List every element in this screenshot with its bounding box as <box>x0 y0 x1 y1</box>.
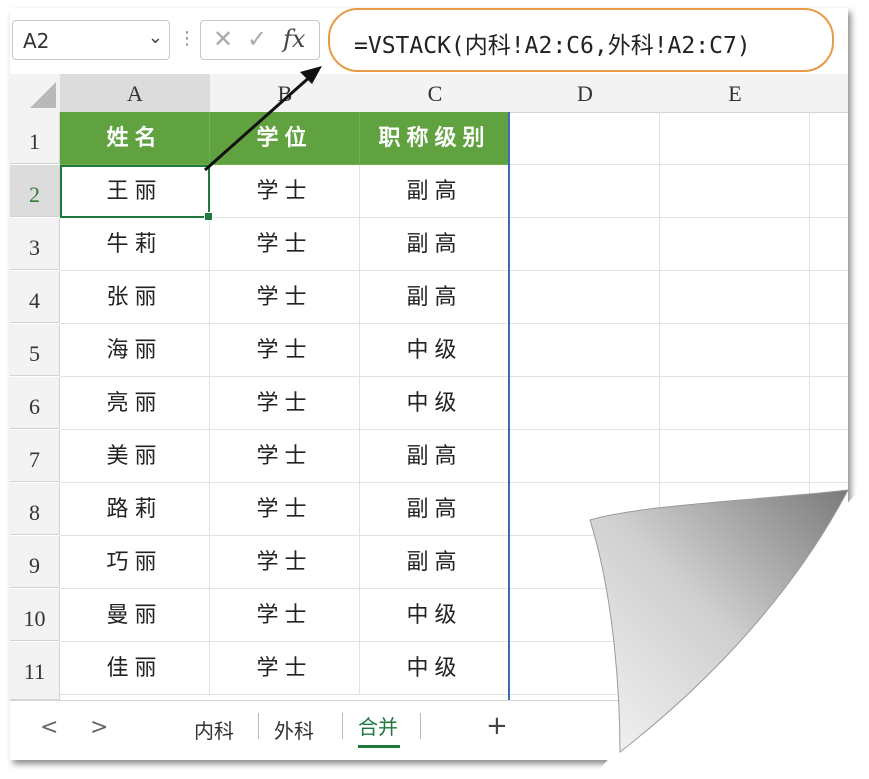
table-cell[interactable]: 学士 <box>210 324 360 377</box>
column-header-f[interactable] <box>810 74 848 113</box>
column-header-a[interactable]: A <box>60 74 211 113</box>
column-header-c[interactable]: C <box>360 74 511 113</box>
table-cell[interactable]: 学士 <box>210 271 360 324</box>
add-sheet-icon[interactable]: + <box>486 711 508 741</box>
sheet-tab-waike[interactable]: 外科 <box>274 715 314 744</box>
table-cell[interactable]: 副高 <box>360 536 510 589</box>
formula-controls: ✕ ✓ fx <box>200 20 320 60</box>
table-cell[interactable]: 学士 <box>210 483 360 536</box>
table-cell[interactable]: 佳丽 <box>60 642 210 695</box>
table-header-cell[interactable]: 职称级别 <box>360 112 510 165</box>
table-cell[interactable]: 张丽 <box>60 271 210 324</box>
sheet-tab-hebing[interactable]: 合并 <box>358 711 398 740</box>
row-header-7[interactable]: 7 <box>10 430 60 482</box>
row-header-8[interactable]: 8 <box>10 483 60 535</box>
spill-range-border <box>508 112 510 700</box>
row-header-9[interactable]: 9 <box>10 536 60 588</box>
column-header-d[interactable]: D <box>510 74 661 113</box>
formula-text: =VSTACK(内科!A2:C6,外科!A2:C7) <box>354 33 751 59</box>
table-header-cell[interactable]: 姓名 <box>60 112 210 165</box>
cancel-icon[interactable]: ✕ <box>213 25 233 53</box>
sheet-tab-bar: < > 内科 外科 合并 + <box>10 700 848 760</box>
table-cell[interactable]: 牛莉 <box>60 218 210 271</box>
sheet-tab-neike[interactable]: 内科 <box>194 715 234 744</box>
table-cell[interactable]: 巧丽 <box>60 536 210 589</box>
tab-separator <box>342 713 343 739</box>
chevron-down-icon[interactable]: ⌄ <box>148 27 163 48</box>
select-all-button[interactable] <box>10 74 61 113</box>
formula-input[interactable]: =VSTACK(内科!A2:C6,外科!A2:C7) <box>328 8 834 72</box>
spreadsheet-window: A2 ⌄ ⋮ ✕ ✓ fx =VSTACK(内科!A2:C6,外科!A2:C7)… <box>10 8 848 760</box>
table-cell[interactable]: 学士 <box>210 165 360 218</box>
check-icon[interactable]: ✓ <box>247 25 267 53</box>
table-cell[interactable]: 海丽 <box>60 324 210 377</box>
table-cell[interactable]: 曼丽 <box>60 589 210 642</box>
more-vertical-icon[interactable]: ⋮ <box>178 28 196 49</box>
column-header-b[interactable]: B <box>210 74 361 113</box>
table-cell[interactable]: 副高 <box>360 165 510 218</box>
row-header-10[interactable]: 10 <box>10 589 60 641</box>
row-header-4[interactable]: 4 <box>10 271 60 323</box>
next-sheet-icon[interactable]: > <box>90 715 108 740</box>
row-header-11[interactable]: 11 <box>10 642 60 700</box>
table-cell[interactable]: 学士 <box>210 536 360 589</box>
select-all-triangle-icon <box>30 82 56 108</box>
fill-handle[interactable] <box>204 212 213 221</box>
table-cell[interactable]: 中级 <box>360 589 510 642</box>
row-header-6[interactable]: 6 <box>10 377 60 429</box>
formula-bar: A2 ⌄ ⋮ ✕ ✓ fx =VSTACK(内科!A2:C6,外科!A2:C7) <box>10 8 848 75</box>
empty-grid-area[interactable] <box>510 112 848 700</box>
name-box-value: A2 <box>23 29 50 53</box>
tab-separator <box>420 713 421 739</box>
name-box[interactable]: A2 ⌄ <box>12 20 170 60</box>
row-header-2[interactable]: 2 <box>10 165 60 217</box>
table-cell[interactable]: 中级 <box>360 642 510 695</box>
table-cell[interactable]: 副高 <box>360 483 510 536</box>
table-cell[interactable]: 美丽 <box>60 430 210 483</box>
row-header-3[interactable]: 3 <box>10 218 60 270</box>
table-cell[interactable]: 学士 <box>210 430 360 483</box>
insert-function-icon[interactable]: fx <box>283 25 305 53</box>
table-cell[interactable]: 副高 <box>360 271 510 324</box>
table-cell[interactable]: 学士 <box>210 589 360 642</box>
row-header-5[interactable]: 5 <box>10 324 60 376</box>
row-header-1[interactable]: 1 <box>10 112 60 164</box>
table-cell[interactable]: 路莉 <box>60 483 210 536</box>
table-cell[interactable]: 学士 <box>210 218 360 271</box>
table-cell[interactable]: 学士 <box>210 377 360 430</box>
table-cell[interactable]: 亮丽 <box>60 377 210 430</box>
column-header-e[interactable]: E <box>660 74 811 113</box>
table-cell[interactable]: 副高 <box>360 430 510 483</box>
prev-sheet-icon[interactable]: < <box>40 715 58 740</box>
active-cell-a2[interactable] <box>60 165 213 221</box>
tab-separator <box>258 713 259 739</box>
table-cell[interactable]: 中级 <box>360 324 510 377</box>
table-cell[interactable]: 学士 <box>210 642 360 695</box>
table-cell[interactable]: 中级 <box>360 377 510 430</box>
table-header-cell[interactable]: 学位 <box>210 112 360 165</box>
table-cell[interactable]: 副高 <box>360 218 510 271</box>
active-tab-underline <box>358 745 400 748</box>
